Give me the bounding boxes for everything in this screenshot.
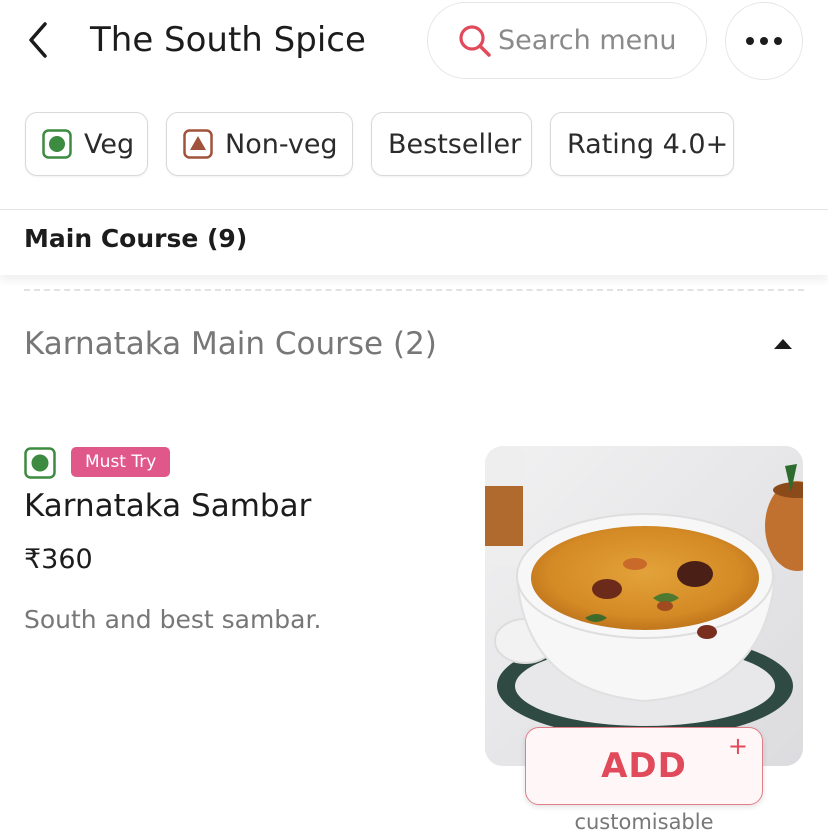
section-title: Main Course (9) <box>24 224 248 253</box>
filter-chip-label: Non-veg <box>225 128 338 160</box>
search-placeholder: Search menu <box>498 25 677 56</box>
add-button[interactable]: ADD + <box>525 727 763 805</box>
veg-indicator-icon <box>24 447 56 479</box>
item-name[interactable]: Karnataka Sambar <box>24 488 311 524</box>
filter-chip-non-veg[interactable]: Non-veg <box>166 112 353 176</box>
plus-icon: + <box>727 732 748 760</box>
filter-chip-label: Rating 4.0+ <box>567 128 729 160</box>
veg-indicator-icon <box>42 129 72 159</box>
back-button[interactable] <box>18 18 58 62</box>
filter-chip-bestseller[interactable]: Bestseller <box>371 112 532 176</box>
item-description: South and best sambar. <box>24 605 322 634</box>
chevron-left-icon <box>29 22 47 58</box>
search-menu-button[interactable]: Search menu <box>427 2 707 79</box>
divider <box>24 289 804 291</box>
customisable-note: customisable <box>574 810 714 830</box>
filter-chip-rating[interactable]: Rating 4.0+ <box>550 112 734 176</box>
non-veg-indicator-icon <box>183 129 213 159</box>
filter-chip-label: Veg <box>84 128 135 160</box>
filter-chip-veg[interactable]: Veg <box>25 112 148 176</box>
item-image[interactable] <box>485 446 803 766</box>
more-options-button[interactable] <box>725 2 803 80</box>
filter-chip-label: Bestseller <box>388 128 522 160</box>
search-icon <box>458 24 492 58</box>
more-dots-icon <box>746 37 782 45</box>
section-header-bar[interactable]: Main Course (9) <box>0 209 828 275</box>
restaurant-menu-screen: The South Spice Search menu Veg Non-veg … <box>0 0 828 830</box>
subcategory-title: Karnataka Main Course (2) <box>24 326 437 362</box>
must-try-badge: Must Try <box>71 447 171 477</box>
add-label: ADD <box>601 746 687 786</box>
filter-chips: Veg Non-veg Bestseller Rating 4.0+ <box>0 112 828 178</box>
restaurant-title: The South Spice <box>90 20 366 60</box>
caret-up-icon <box>772 336 794 352</box>
header: The South Spice Search menu <box>0 0 828 82</box>
item-price: ₹360 <box>24 544 93 575</box>
sambar-bowl-illustration <box>485 446 803 766</box>
subcategory-header[interactable]: Karnataka Main Course (2) <box>24 322 804 368</box>
